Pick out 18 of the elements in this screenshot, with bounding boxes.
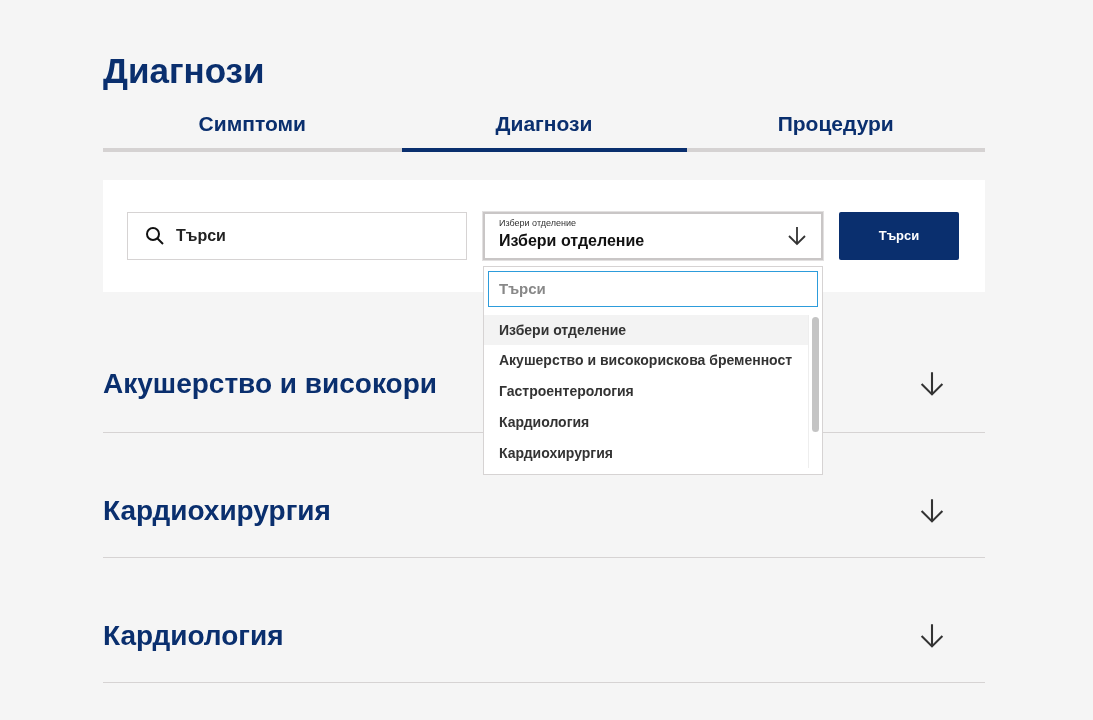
search-field[interactable]: Търси — [127, 211, 467, 260]
arrow-down-icon[interactable] — [919, 622, 945, 649]
arrow-down-icon[interactable] — [919, 497, 945, 524]
search-icon — [145, 225, 165, 246]
page-title: Диагнози — [103, 50, 266, 92]
arrow-down-icon — [787, 225, 807, 246]
tab[interactable]: Процедури — [686, 104, 985, 152]
search-button[interactable]: Търси — [839, 211, 959, 260]
floating-label: Избери отделение — [499, 218, 577, 229]
scrollbar-thumb[interactable] — [812, 316, 819, 432]
accordion-title[interactable]: Кардиохирургия — [103, 489, 331, 532]
accordion-title[interactable]: Кардиология — [103, 614, 284, 657]
dropdown-search-field[interactable]: Търси — [488, 270, 818, 307]
dropdown-option[interactable]: Избери отделение — [484, 314, 808, 346]
accordion-title[interactable]: Акушерство и високори — [103, 363, 437, 405]
tab[interactable]: Симптоми — [103, 104, 402, 152]
arrow-down-icon[interactable] — [919, 371, 945, 397]
tab[interactable]: Диагнози — [401, 104, 687, 152]
